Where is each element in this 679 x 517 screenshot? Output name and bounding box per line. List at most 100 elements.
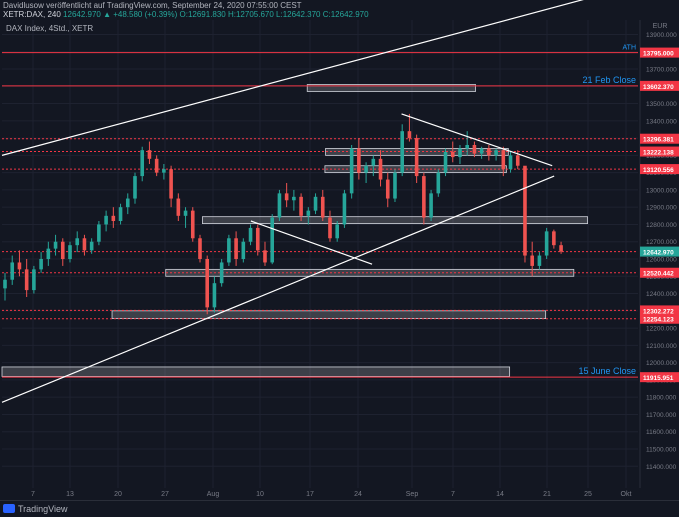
x-tick-label: 17 (306, 491, 314, 498)
candle-body (241, 241, 246, 259)
candle-body (89, 241, 94, 251)
candle-body (378, 158, 383, 180)
candle-body (68, 245, 72, 259)
candle-body (46, 248, 51, 259)
y-tick-label: 12900.000 (646, 205, 677, 212)
candle-body (530, 255, 534, 266)
price-tag-label: 12642.970 (643, 250, 674, 257)
candle-body (190, 210, 195, 239)
candle-body (364, 165, 368, 173)
currency-label: EUR (653, 23, 668, 30)
y-tick-label: 13900.000 (646, 32, 677, 39)
candle-body (371, 158, 376, 166)
candle-body (559, 245, 563, 252)
candle-body (342, 193, 347, 225)
candle-body (414, 138, 419, 177)
candle-body (501, 150, 506, 170)
candle-body (39, 259, 43, 270)
candle-body (479, 148, 484, 154)
candle-body (277, 193, 282, 218)
x-tick-label: 24 (354, 491, 362, 498)
candle-body (104, 215, 108, 225)
candle-body (162, 169, 166, 173)
candle-body (32, 269, 36, 291)
y-tick-label: 12600.000 (646, 257, 677, 264)
candle-body (465, 145, 469, 149)
candle-body (443, 151, 448, 173)
x-tick-label: 7 (451, 491, 455, 498)
x-tick-label: Aug (207, 491, 220, 498)
candle-body (544, 231, 549, 256)
candle-body (429, 193, 433, 218)
level-annotation: 21 Feb Close (582, 75, 636, 85)
y-tick-label: 12000.000 (646, 360, 677, 367)
y-tick-label: 11500.000 (646, 447, 677, 454)
candle-body (284, 193, 289, 201)
price-tag-label: 12254.123 (643, 317, 674, 324)
candle-body (227, 238, 231, 263)
candle-body (3, 279, 7, 289)
candle-body (97, 224, 101, 242)
candle-body (219, 262, 224, 284)
candle-body (328, 217, 332, 239)
candle-body (299, 196, 303, 216)
price-tag-label: 13120.556 (643, 167, 674, 174)
candle-body (263, 250, 267, 263)
candlestick-series (3, 113, 563, 315)
candle-body (422, 176, 426, 218)
y-tick-label: 12700.000 (646, 239, 677, 246)
y-tick-label: 12100.000 (646, 343, 677, 350)
candle-body (508, 155, 513, 170)
candle-body (147, 150, 152, 159)
trendline (401, 113, 553, 167)
x-tick-label: Sep (406, 491, 419, 498)
x-tick-label: 10 (256, 491, 264, 498)
candle-body (552, 231, 556, 246)
candle-body (385, 179, 390, 199)
y-tick-label: 13000.000 (646, 187, 677, 194)
candle-body (248, 227, 253, 242)
candle-body (75, 238, 80, 246)
y-tick-label: 12400.000 (646, 291, 677, 298)
candle-body (400, 131, 404, 173)
candle-body (205, 259, 210, 308)
candle-body (176, 198, 181, 216)
candle-body (82, 238, 87, 251)
candle-body (53, 241, 58, 249)
y-tick-label: 13500.000 (646, 101, 677, 108)
candle-body (111, 215, 116, 221)
candle-body (212, 283, 217, 308)
x-tick-label: 14 (496, 491, 504, 498)
y-tick-label: 13400.000 (646, 118, 677, 125)
x-tick-label: 27 (161, 491, 169, 498)
candle-body (198, 238, 202, 259)
candle-body (118, 207, 123, 221)
price-tag-label: 13296.381 (643, 137, 674, 144)
candle-body (234, 238, 238, 259)
candle-body (450, 151, 455, 158)
candle-body (24, 269, 29, 291)
y-tick-label: 12800.000 (646, 222, 677, 229)
price-tag-label: 13795.000 (643, 51, 674, 58)
candle-body (436, 172, 441, 194)
candle-body (17, 262, 22, 270)
candle-body (125, 198, 130, 208)
candle-body (154, 158, 159, 173)
x-tick-label: Okt (621, 491, 632, 498)
time-axis: 7 13 20 27 Aug 10 17 24 Sep 7 14 21 25 Okt (31, 491, 631, 498)
price-chart[interactable]: EUR 11400.000 11500.000 11600.000 11700.000 1… (0, 0, 679, 500)
candle-body (255, 227, 260, 251)
candle-body (487, 148, 491, 156)
candle-body (169, 169, 173, 199)
level-annotation: ATH (623, 45, 636, 52)
candle-body (349, 148, 354, 194)
candle-body (458, 148, 462, 158)
footer: TradingView (0, 500, 679, 517)
y-tick-label: 12200.000 (646, 326, 677, 333)
candle-body (270, 217, 275, 263)
candle-body (313, 196, 318, 211)
candle-body (320, 196, 325, 218)
candle-body (523, 165, 527, 256)
x-tick-label: 21 (543, 491, 551, 498)
price-tag-label: 13222.138 (643, 150, 674, 157)
